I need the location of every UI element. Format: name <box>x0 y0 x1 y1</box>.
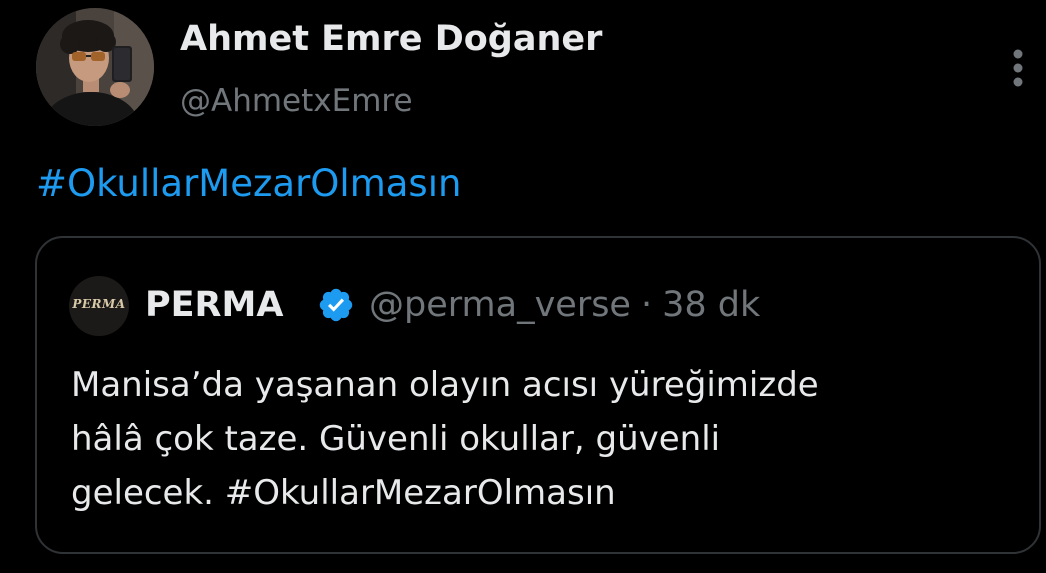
quoted-tweet-timestamp[interactable]: 38 dk <box>662 285 760 325</box>
author-display-name[interactable]: Ahmet Emre Doğaner <box>180 14 602 64</box>
more-options-button[interactable] <box>1000 44 1036 92</box>
quoted-tweet-text: Manisa’da yaşanan olayın acısı yüreğimiz… <box>71 358 1011 520</box>
more-vertical-icon <box>1013 49 1023 87</box>
verified-badge-icon <box>317 286 355 324</box>
quoted-text-line: gelecek. #OkullarMezarOlmasın <box>71 473 616 513</box>
quoted-avatar-logo-text: PERMA <box>72 297 126 311</box>
quoted-text-line: hâlâ çok taze. Güvenli okullar, güvenli <box>71 419 721 459</box>
tweet-hashtag-link[interactable]: #OkullarMezarOlmasın <box>36 162 461 205</box>
quoted-author-display-name[interactable]: PERMA <box>145 278 283 332</box>
meta-separator: · <box>640 285 653 325</box>
quoted-text-line: Manisa’da yaşanan olayın acısı yüreğimiz… <box>71 365 819 405</box>
quoted-tweet-card[interactable]: PERMA PERMA @perma_verse · 38 dk Manisa’da… <box>35 236 1041 554</box>
quoted-author-avatar[interactable]: PERMA <box>69 276 129 336</box>
quoted-author-handle[interactable]: @perma_verse <box>369 285 631 325</box>
quoted-tweet-meta: @perma_verse · 38 dk <box>369 278 760 332</box>
author-avatar[interactable] <box>36 8 154 126</box>
author-handle[interactable]: @AhmetxEmre <box>180 78 413 124</box>
tweet-text: #OkullarMezarOlmasın <box>36 156 461 212</box>
